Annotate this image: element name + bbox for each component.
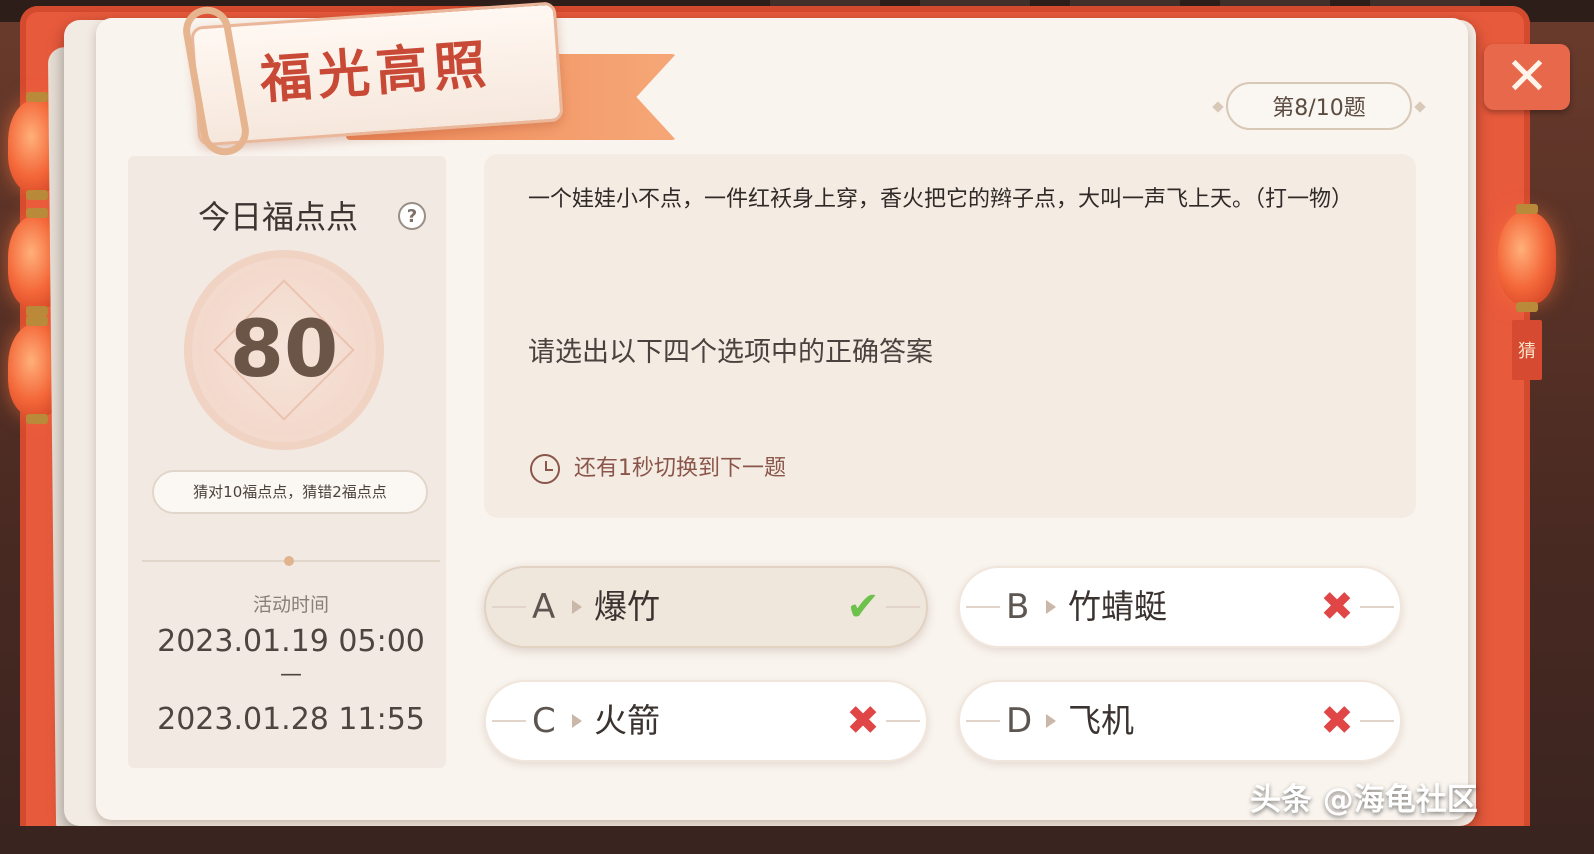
background-bottom-bar [0,826,1594,854]
option-text: 竹蜻蜓 [1068,587,1167,626]
help-icon[interactable]: ? [398,202,426,230]
activity-start-time: 2023.01.19 05:00 [157,624,425,659]
side-tag: 猜 [1512,320,1542,380]
option-letter: C [532,701,556,741]
option-letter: B [1006,587,1030,627]
option-letter: A [532,587,556,627]
option-decoration [886,606,920,608]
option-decoration [1360,720,1394,722]
chevron-right-icon [572,714,582,728]
option-text: 爆竹 [594,587,660,626]
cross-icon: ✖ [846,698,880,744]
cross-icon: ✖ [1320,698,1354,744]
question-instruction: 请选出以下四个选项中的正确答案 [528,337,933,368]
activity-end-time: 2023.01.28 11:55 [157,702,425,737]
points-title: 今日福点点 [198,198,359,236]
option-a-button[interactable]: A 爆竹 ✔ [484,566,928,648]
chevron-right-icon [1046,714,1056,728]
close-button[interactable]: ✕ [1484,44,1570,110]
checkmark-icon: ✔ [846,584,880,630]
option-decoration [1360,606,1394,608]
chevron-right-icon [572,600,582,614]
watermark: 头条 @海龟社区 [1250,782,1478,818]
title-ribbon: 福光高照 [96,1,676,160]
question-counter: 第8/10题 [1226,82,1412,130]
option-decoration [492,606,526,608]
timer-text: 还有1秒切换到下一题 [574,456,786,481]
points-value: 80 [229,305,339,395]
option-decoration [966,606,1000,608]
activity-time-label: 活动时间 [252,594,329,616]
option-text: 火箭 [594,701,660,740]
lantern-icon [1498,204,1556,312]
option-d-button[interactable]: D 飞机 ✖ [958,680,1402,762]
option-c-button[interactable]: C 火箭 ✖ [484,680,928,762]
cross-icon: ✖ [1320,584,1354,630]
divider-dot [284,556,294,566]
chevron-right-icon [1046,600,1056,614]
option-decoration [492,720,526,722]
question-text: 一个娃娃小不点，一件红袄身上穿，香火把它的辫子点，大叫一声飞上天。（打一物） [528,187,1354,212]
option-b-button[interactable]: B 竹蜻蜓 ✖ [958,566,1402,648]
activity-dash: — [280,662,302,687]
option-letter: D [1006,701,1033,741]
option-decoration [886,720,920,722]
option-text: 飞机 [1068,701,1134,740]
option-decoration [966,720,1000,722]
clock-icon [530,454,560,484]
points-rule: 猜对10福点点，猜错2福点点 [152,470,428,514]
